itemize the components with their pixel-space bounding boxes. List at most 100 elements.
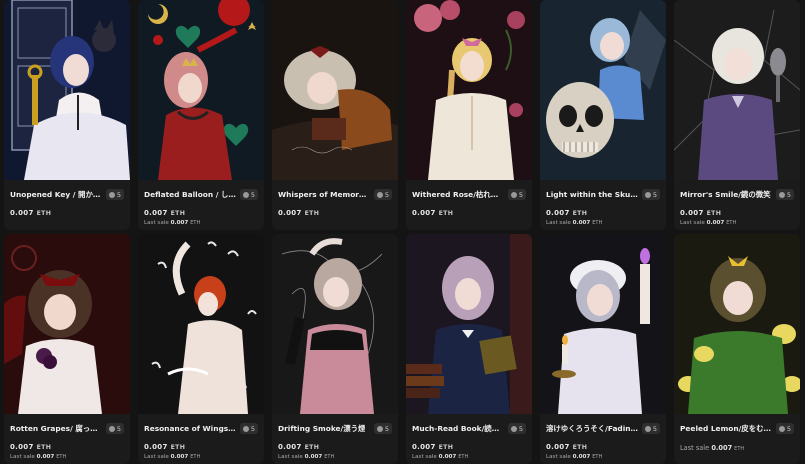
last-sale-unit: ETH <box>324 454 335 460</box>
last-sale-value: 0.007 <box>706 220 725 226</box>
nft-title[interactable]: Light within the Skull/骸骨… <box>546 189 638 200</box>
price-value: 0.007 <box>10 209 34 217</box>
price-unit: ETH <box>36 210 52 217</box>
nft-title[interactable]: Drifting Smoke/漂う煙 <box>278 423 365 434</box>
owners-icon <box>242 191 249 198</box>
edition-count: 5 <box>116 424 121 433</box>
last-sale-unit: ETH <box>592 454 603 460</box>
owners-icon <box>108 425 115 432</box>
nft-title[interactable]: Withered Rose/枯れた薔薇 <box>412 189 504 200</box>
nft-title[interactable]: Much-Read Book/読み込… <box>412 423 504 434</box>
last-sale-label: Last sale <box>546 454 571 460</box>
artwork-image[interactable] <box>540 234 666 414</box>
nft-title[interactable]: Mirror's Smile/鏡の微笑 <box>680 189 771 200</box>
last-sale-value: 0.007 <box>572 220 591 226</box>
last-sale-unit: ETH <box>458 454 469 460</box>
nft-title[interactable]: Rotten Grapes/ 腐ったぶ… <box>10 423 102 434</box>
price-value: 0.007 <box>278 209 302 217</box>
nft-card[interactable]: Withered Rose/枯れた薔薇 5 0.007 ETH <box>406 0 532 230</box>
edition-count: 5 <box>384 190 389 199</box>
nft-card[interactable]: Unopened Key / 開かずの鍵 5 0.007ETH <box>4 0 130 230</box>
nft-title[interactable]: Resonance of Wings/羽の… <box>144 423 236 434</box>
card-info: Whispers of Memory / 心… 5 0.007ETH <box>272 180 398 230</box>
card-info: Drifting Smoke/漂う煙 5 0.007 ETH Last sale … <box>272 414 398 464</box>
card-info: Much-Read Book/読み込… 5 0.007 ETH Last sale… <box>406 414 532 464</box>
edition-count: 5 <box>250 190 255 199</box>
price-value: 0.007 <box>278 443 302 451</box>
price-row: 0.007 ETH <box>10 443 124 451</box>
last-sale-unit: ETH <box>592 220 603 226</box>
edition-badge: 5 <box>507 423 526 434</box>
owners-icon <box>644 191 651 198</box>
nft-card[interactable]: 溶けゆくろうそく/Fading … 5 0.007 ETH Last sale 0… <box>540 234 666 464</box>
edition-count: 5 <box>652 190 657 199</box>
nft-card[interactable]: Whispers of Memory / 心… 5 0.007ETH <box>272 0 398 230</box>
price-row: 0.007 ETH <box>680 209 794 217</box>
artwork-image[interactable] <box>272 0 398 180</box>
nft-card[interactable]: Peeled Lemon/皮をむかれ… 5 Last sale 0.007ETH <box>674 234 800 464</box>
price-value: 0.007 <box>680 209 704 217</box>
last-sale-label: Last sale <box>144 220 169 226</box>
nft-card[interactable]: Rotten Grapes/ 腐ったぶ… 5 0.007ETH Last sal… <box>4 234 130 464</box>
artwork-image[interactable] <box>4 234 130 414</box>
price-unit: ETH <box>170 210 186 217</box>
artwork-image[interactable] <box>138 234 264 414</box>
nft-card[interactable]: Drifting Smoke/漂う煙 5 0.007 ETH Last sale … <box>272 234 398 464</box>
artwork-image[interactable] <box>674 0 800 180</box>
nft-card[interactable]: Resonance of Wings/羽の… 5 0.007ETH Last s… <box>138 234 264 464</box>
price-row: 0.007 ETH <box>546 209 660 217</box>
nft-title[interactable]: Whispers of Memory / 心… <box>278 189 370 200</box>
title-row: Peeled Lemon/皮をむかれ… 5 <box>680 422 794 435</box>
artwork-image[interactable] <box>674 234 800 414</box>
nft-card[interactable]: Mirror's Smile/鏡の微笑 5 0.007 ETH Last sale… <box>674 0 800 230</box>
card-info: Peeled Lemon/皮をむかれ… 5 Last sale 0.007ETH <box>674 414 800 464</box>
owners-icon <box>242 425 249 432</box>
edition-count: 5 <box>518 190 523 199</box>
artwork-image[interactable] <box>4 0 130 180</box>
last-sale-unit: ETH <box>726 220 737 226</box>
card-info: Rotten Grapes/ 腐ったぶ… 5 0.007ETH Last sal… <box>4 414 130 464</box>
last-sale-label: Last sale <box>10 454 35 460</box>
last-sale-row: Last sale 0.007 ETH <box>546 220 660 226</box>
edition-count: 5 <box>652 424 657 433</box>
nft-title[interactable]: Deflated Balloon / しぼん… <box>144 189 236 200</box>
price-unit: ETH <box>572 444 588 451</box>
title-row: Much-Read Book/読み込… 5 <box>412 422 526 435</box>
title-row: Deflated Balloon / しぼん… 5 <box>144 188 258 201</box>
nft-card[interactable]: Much-Read Book/読み込… 5 0.007 ETH Last sale… <box>406 234 532 464</box>
artwork-image[interactable] <box>406 234 532 414</box>
nft-title[interactable]: 溶けゆくろうそく/Fading … <box>546 423 638 434</box>
last-sale-row: Last sale 0.007 ETH <box>412 454 526 460</box>
last-sale-label: Last sale <box>412 454 437 460</box>
price-row: 0.007 ETH <box>10 209 124 217</box>
owners-icon <box>510 425 517 432</box>
artwork-image[interactable] <box>138 0 264 180</box>
artwork-image[interactable] <box>540 0 666 180</box>
price-unit: ETH <box>170 444 186 451</box>
title-row: Mirror's Smile/鏡の微笑 5 <box>680 188 794 201</box>
last-sale-value: 0.007 <box>36 454 55 460</box>
last-sale-unit: ETH <box>190 454 201 460</box>
card-info: Deflated Balloon / しぼん… 5 0.007ETH Last … <box>138 180 264 230</box>
price-row: 0.007 ETH <box>278 443 392 451</box>
last-sale-value: 0.007 <box>572 454 591 460</box>
last-sale-row: Last sale 0.007 ETH <box>680 444 794 452</box>
nft-card[interactable]: Light within the Skull/骸骨… 5 0.007ETH La… <box>540 0 666 230</box>
owners-icon <box>778 425 785 432</box>
last-sale-value: 0.007 <box>438 454 457 460</box>
price-value: 0.007 <box>144 443 168 451</box>
last-sale-row: Last sale 0.007 ETH <box>680 220 794 226</box>
nft-title[interactable]: Peeled Lemon/皮をむかれ… <box>680 423 772 434</box>
nft-title[interactable]: Unopened Key / 開かずの鍵 <box>10 189 102 200</box>
owners-icon <box>108 191 115 198</box>
price-value: 0.007 <box>144 209 168 217</box>
edition-badge: 5 <box>507 189 526 200</box>
owners-icon <box>376 191 383 198</box>
edition-badge: 5 <box>775 189 794 200</box>
price-value: 0.007 <box>546 443 570 451</box>
artwork-image[interactable] <box>406 0 532 180</box>
edition-count: 5 <box>250 424 255 433</box>
nft-card[interactable]: Deflated Balloon / しぼん… 5 0.007ETH Last … <box>138 0 264 230</box>
edition-badge: 5 <box>105 423 124 434</box>
artwork-image[interactable] <box>272 234 398 414</box>
